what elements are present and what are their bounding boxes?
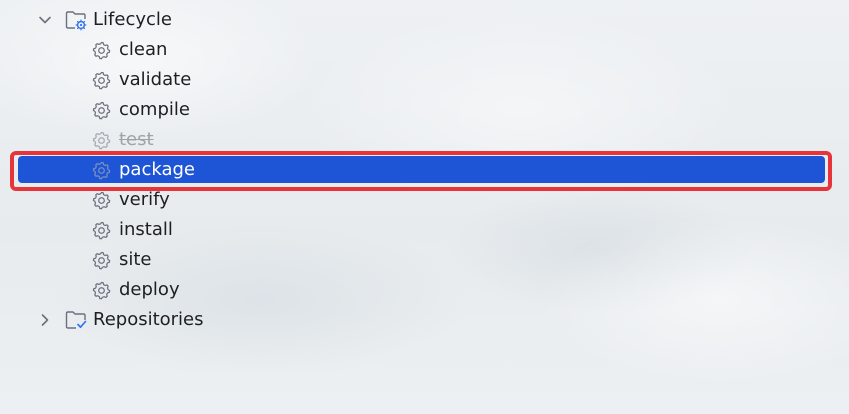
phase-label: compile [119, 99, 190, 120]
tree-node-label: Lifecycle [93, 9, 172, 30]
phase-label: clean [119, 39, 168, 60]
gear-icon [92, 221, 111, 240]
gear-icon [92, 251, 111, 270]
lifecycle-phase-verify[interactable]: verify [0, 185, 849, 215]
phase-label: site [119, 249, 152, 270]
repositories-folder-icon [65, 311, 87, 329]
chevron-right-icon[interactable] [36, 311, 54, 329]
gear-icon [92, 281, 111, 300]
lifecycle-phase-install[interactable]: install [0, 215, 849, 245]
gear-icon [92, 101, 111, 120]
chevron-down-icon[interactable] [36, 11, 54, 29]
tree-node-repositories[interactable]: Repositories [0, 305, 849, 335]
lifecycle-phase-test[interactable]: test [0, 125, 849, 155]
gear-icon [92, 41, 111, 60]
gear-icon [92, 71, 111, 90]
lifecycle-phase-compile[interactable]: compile [0, 95, 849, 125]
tree-node-lifecycle[interactable]: Lifecycle [0, 5, 849, 35]
lifecycle-phase-site[interactable]: site [0, 245, 849, 275]
tree-node-label: Repositories [93, 309, 204, 330]
phase-label: test [119, 129, 154, 150]
lifecycle-phase-validate[interactable]: validate [0, 65, 849, 95]
gear-icon [92, 131, 111, 150]
phase-label: package [119, 159, 195, 180]
maven-tree: Lifecycle clean validate compile test pa… [0, 5, 849, 335]
phase-label: install [119, 219, 173, 240]
lifecycle-phase-package[interactable]: package [0, 155, 849, 185]
phase-label: validate [119, 69, 192, 90]
gear-icon [92, 161, 111, 180]
phase-label: deploy [119, 279, 180, 300]
phase-label: verify [119, 189, 170, 210]
lifecycle-phase-deploy[interactable]: deploy [0, 275, 849, 305]
lifecycle-folder-icon [65, 11, 87, 31]
gear-icon [92, 191, 111, 210]
lifecycle-phase-clean[interactable]: clean [0, 35, 849, 65]
